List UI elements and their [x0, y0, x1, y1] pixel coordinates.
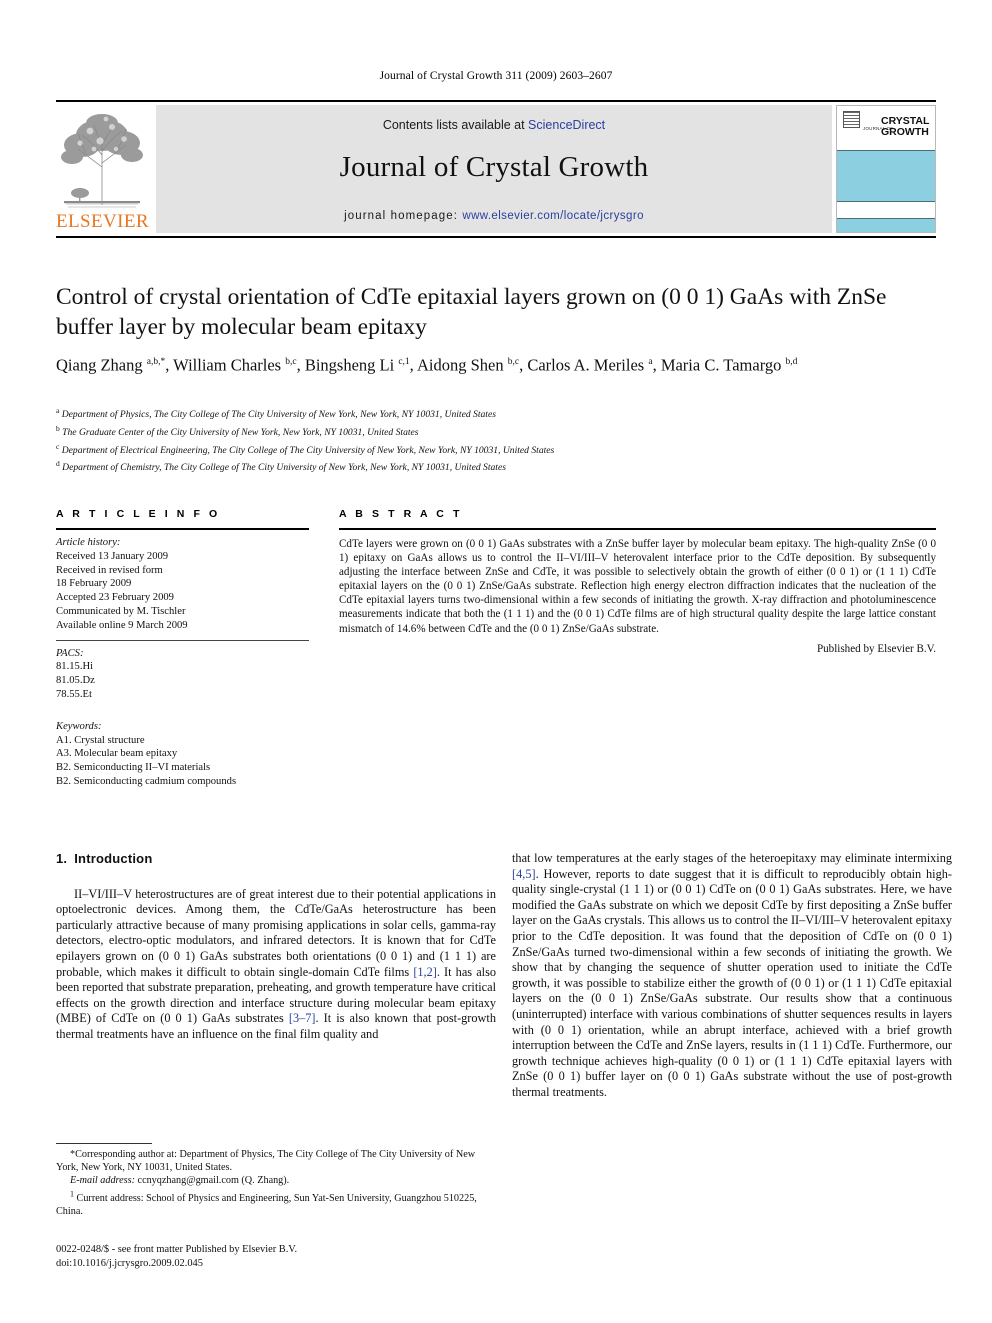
intro-paragraph-right: that low temperatures at the early stage…: [512, 851, 952, 1101]
affiliation-text: Department of Electrical Engineering, Th…: [61, 444, 555, 456]
paper-page: Journal of Crystal Growth 311 (2009) 260…: [0, 0, 992, 1323]
footnote-current-address-text: Current address: School of Physics and E…: [56, 1193, 477, 1218]
article-history-item: 18 February 2009: [56, 578, 132, 590]
affiliation-item: a Department of Physics, The City Colleg…: [56, 404, 926, 422]
pacs-item: 81.15.Hi: [56, 661, 94, 673]
affiliation-text: Department of Chemistry, The City Colleg…: [62, 462, 506, 474]
elsevier-wordmark: ELSEVIER: [56, 211, 149, 232]
affiliation-item: b The Graduate Center of the City Univer…: [56, 422, 926, 440]
cover-bottom-band: [837, 219, 935, 232]
cover-journal-name: CRYSTAL GROWTH: [881, 116, 935, 138]
contents-available-line: Contents lists available at ScienceDirec…: [156, 118, 832, 132]
abstract-text: CdTe layers were grown on (0 0 1) GaAs s…: [339, 538, 936, 635]
journal-cover-thumbnail[interactable]: JOURNAL OF CRYSTAL GROWTH: [836, 105, 936, 233]
homepage-prefix: journal homepage:: [344, 210, 463, 222]
cover-name-line2: GROWTH: [881, 126, 929, 138]
article-info-heading: A R T I C L E I N F O: [56, 508, 221, 520]
journal-homepage-link[interactable]: www.elsevier.com/locate/jcrysgro: [462, 210, 644, 222]
article-history: Article history: Received 13 January 200…: [56, 530, 309, 633]
footnote-email: E-mail address: ccnyqzhang@gmail.com (Q.…: [56, 1174, 496, 1187]
body-column-right: that low temperatures at the early stage…: [512, 851, 952, 1101]
abstract-column: A B S T R A C T CdTe layers were grown o…: [339, 508, 936, 655]
footnote-current-address: 1 Current address: School of Physics and…: [56, 1188, 496, 1219]
keyword-item: A1. Crystal structure: [56, 734, 145, 746]
footnote-corresponding-text: *Corresponding author at: Department of …: [56, 1149, 476, 1174]
article-history-item: Received in revised form: [56, 564, 163, 576]
cover-white-band: [837, 202, 935, 219]
citation-ref-4-5[interactable]: [4,5]: [512, 867, 536, 881]
affiliation-mark: b: [56, 423, 60, 433]
imprint-doi-line[interactable]: doi:10.1016/j.jcrysgro.2009.02.045: [56, 1257, 496, 1271]
imprint-issn-line: 0022-0248/$ - see front matter Published…: [56, 1244, 298, 1255]
section-number: 1.: [56, 851, 68, 866]
article-history-item: Accepted 23 February 2009: [56, 592, 174, 604]
footnote-corresponding-author: *Corresponding author at: Department of …: [56, 1148, 496, 1174]
journal-masthead: ELSEVIER Contents lists available at Sci…: [56, 100, 936, 238]
journal-title: Journal of Crystal Growth: [339, 151, 649, 183]
keywords-block: Keywords: A1. Crystal structure A3. Mole…: [56, 702, 309, 789]
article-history-item: Received 13 January 2009: [56, 550, 169, 562]
section-heading-introduction: 1. Introduction: [56, 851, 496, 867]
cover-elsevier-logo-icon: [843, 111, 860, 128]
footnote-mark: 1: [70, 1189, 74, 1199]
pacs-block: PACS: 81.15.Hi 81.05.Dz 78.55.Et: [56, 641, 309, 702]
keyword-item: A3. Molecular beam epitaxy: [56, 748, 178, 760]
abstract-published-by: Published by Elsevier B.V.: [816, 642, 936, 655]
keyword-item: B2. Semiconducting cadmium compounds: [56, 775, 237, 787]
affiliation-list: a Department of Physics, The City Colleg…: [56, 404, 926, 475]
elsevier-tree-logo: ELSEVIER: [56, 105, 149, 233]
affiliation-text: The Graduate Center of the City Universi…: [62, 426, 419, 438]
footnote-email-value[interactable]: ccnyqzhang@gmail.com (Q. Zhang).: [138, 1175, 290, 1186]
footnote-email-label: E-mail address:: [70, 1175, 135, 1187]
section-title: Introduction: [74, 851, 153, 866]
abstract-heading: A B S T R A C T: [339, 508, 463, 520]
pacs-label: PACS:: [56, 647, 84, 659]
affiliation-mark: c: [56, 441, 60, 451]
intro-paragraph-left: II–VI/III–V heterostructures are of grea…: [56, 887, 496, 1043]
article-history-label: Article history:: [56, 537, 121, 548]
cover-header-area: JOURNAL OF CRYSTAL GROWTH: [837, 106, 935, 150]
journal-homepage-line: journal homepage: www.elsevier.com/locat…: [156, 210, 832, 222]
imprint-block: 0022-0248/$ - see front matter Published…: [56, 1243, 496, 1270]
running-head: Journal of Crystal Growth 311 (2009) 260…: [379, 70, 613, 82]
affiliation-text: Department of Physics, The City College …: [61, 409, 496, 421]
pacs-item: 81.05.Dz: [56, 675, 95, 687]
contents-prefix: Contents lists available at: [382, 118, 529, 132]
sciencedirect-link[interactable]: ScienceDirect: [528, 118, 605, 132]
masthead-panel: Contents lists available at ScienceDirec…: [156, 105, 832, 233]
article-info-column: A R T I C L E I N F O Article history: R…: [56, 508, 309, 789]
intro-text-4: that low temperatures at the early stage…: [512, 851, 952, 865]
article-history-item: Available online 9 March 2009: [56, 619, 188, 631]
affiliation-mark: d: [56, 459, 60, 469]
affiliation-item: d Department of Chemistry, The City Coll…: [56, 457, 926, 475]
author-list: Qiang Zhang a,b,*, William Charles b,c, …: [56, 355, 798, 375]
pacs-item: 78.55.Et: [56, 688, 92, 700]
keywords-label: Keywords:: [56, 720, 102, 732]
footnote-block: *Corresponding author at: Department of …: [56, 1143, 496, 1218]
footnote-rule: [56, 1143, 152, 1144]
keyword-item: B2. Semiconducting II–VI materials: [56, 762, 211, 774]
citation-ref-3-7[interactable]: [3–7]: [289, 1011, 316, 1025]
affiliation-item: c Department of Electrical Engineering, …: [56, 440, 926, 458]
intro-text-5: . However, reports to date suggest that …: [512, 866, 952, 1099]
cover-image-band: [837, 150, 935, 202]
paper-title: Control of crystal orientation of CdTe e…: [56, 284, 887, 340]
affiliation-mark: a: [56, 406, 60, 415]
citation-ref-1-2[interactable]: [1,2]: [413, 965, 437, 979]
body-column-left: 1. Introduction II–VI/III–V heterostructu…: [56, 851, 496, 1043]
article-history-item: Communicated by M. Tischler: [56, 605, 186, 617]
